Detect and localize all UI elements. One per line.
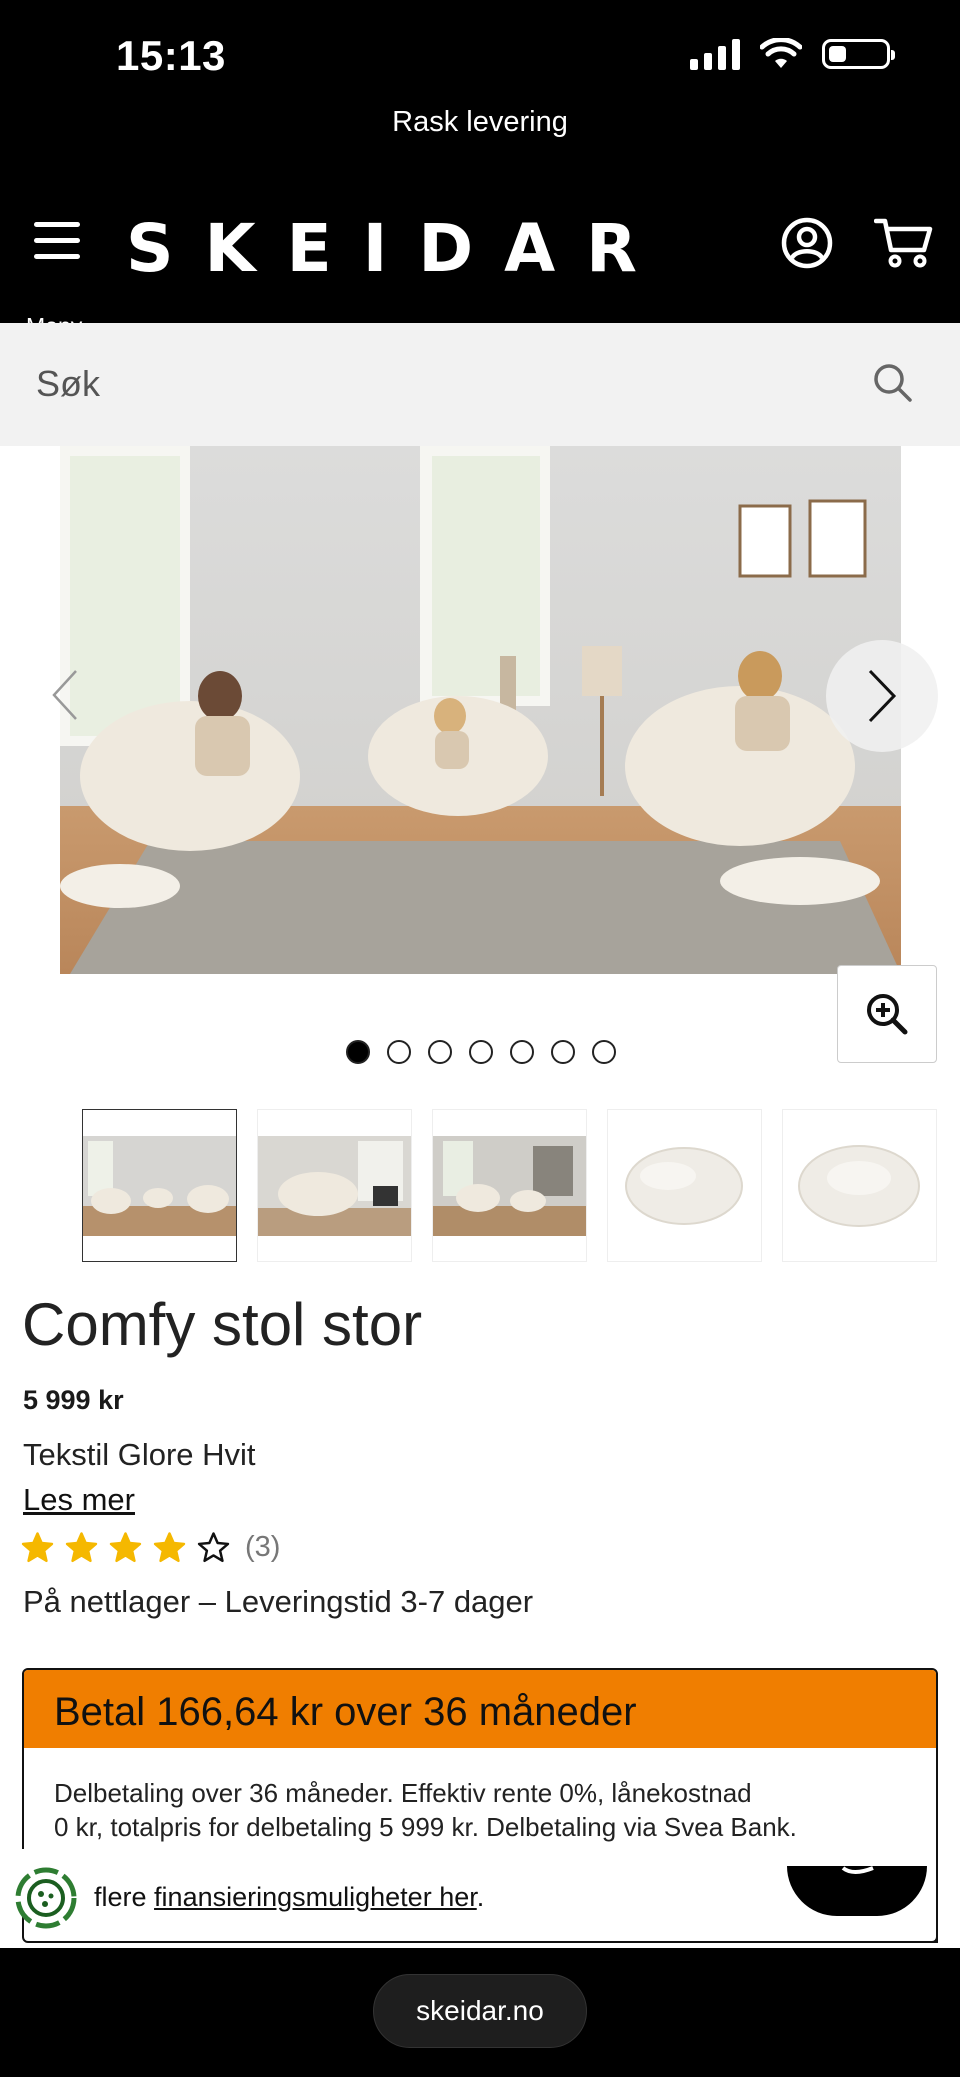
product-rating[interactable]: (3)	[21, 1531, 280, 1564]
account-button[interactable]	[780, 216, 834, 270]
gallery-dot[interactable]	[469, 1040, 493, 1064]
product-main-image[interactable]	[60, 446, 901, 974]
financing-border	[93, 1941, 938, 1943]
thumbnail-image	[83, 1135, 236, 1236]
thumbnail-image	[433, 1135, 586, 1236]
stock-status: På nettlager – Leveringstid 3-7 dager	[23, 1584, 534, 1619]
financing-header: Betal 166,64 kr over 36 måneder	[24, 1670, 936, 1748]
thumbnail-3[interactable]	[432, 1109, 587, 1262]
financing-description: Delbetaling over 36 måneder. Effektiv re…	[24, 1748, 936, 1844]
rating-count: (3)	[245, 1531, 281, 1563]
cookie-settings-button[interactable]	[14, 1866, 78, 1930]
cookie-icon	[15, 1867, 77, 1929]
financing-options-link[interactable]: finansieringsmuligheter her	[154, 1882, 477, 1912]
thumbnail-strip	[82, 1109, 937, 1262]
read-more-link[interactable]: Les mer	[23, 1482, 135, 1518]
promo-text: Rask levering	[392, 106, 568, 138]
battery-icon	[822, 39, 895, 69]
cart-icon	[873, 218, 933, 268]
star-filled-icon	[65, 1532, 98, 1563]
promo-banner: Rask levering	[0, 100, 960, 180]
status-time: 15:13	[116, 32, 226, 79]
gallery-pagination	[346, 1040, 616, 1064]
thumbnail-5[interactable]	[782, 1109, 937, 1262]
gallery-dot[interactable]	[592, 1040, 616, 1064]
financing-more-prefix: flere	[94, 1882, 147, 1912]
thumbnail-2[interactable]	[257, 1109, 412, 1262]
living-room-image	[60, 446, 901, 974]
financing-more-suffix: .	[476, 1882, 485, 1912]
site-logo[interactable]: SKEIDAR	[126, 210, 668, 287]
thumbnail-image	[783, 1135, 936, 1236]
wifi-icon	[760, 38, 802, 68]
cart-button[interactable]	[873, 216, 934, 270]
star-empty-icon	[197, 1532, 230, 1563]
thumbnail-image	[608, 1135, 761, 1236]
menu-button[interactable]: Meny	[26, 218, 90, 339]
site-header: Meny SKEIDAR	[0, 180, 960, 339]
search-input[interactable]	[36, 353, 836, 415]
gallery-prev-button[interactable]	[20, 636, 110, 754]
product-title: Comfy stol stor	[22, 1291, 423, 1358]
user-icon	[781, 217, 833, 269]
signal-icon	[690, 38, 740, 70]
status-bar: 15:13	[0, 0, 960, 100]
gallery-dot[interactable]	[510, 1040, 534, 1064]
star-filled-icon	[21, 1532, 54, 1563]
search-bar	[0, 323, 960, 446]
thumbnail-1[interactable]	[82, 1109, 237, 1262]
zoom-in-icon	[867, 994, 908, 1035]
product-price: 5 999 kr	[23, 1385, 124, 1415]
financing-line-2: 0 kr, totalpris for delbetaling 5 999 kr…	[54, 1812, 797, 1842]
product-gallery	[0, 446, 960, 1086]
address-bar[interactable]: skeidar.no	[373, 1974, 587, 2048]
gallery-dot[interactable]	[346, 1040, 370, 1064]
star-filled-icon	[109, 1532, 142, 1563]
gallery-dot[interactable]	[428, 1040, 452, 1064]
rating-stars	[21, 1531, 230, 1564]
gallery-dot[interactable]	[551, 1040, 575, 1064]
zoom-button[interactable]	[837, 965, 937, 1063]
financing-more: flere finansieringsmuligheter her.	[94, 1882, 484, 1913]
status-icons	[690, 38, 895, 70]
gallery-next-button[interactable]	[826, 640, 938, 752]
gallery-dot[interactable]	[387, 1040, 411, 1064]
financing-line-1: Delbetaling over 36 måneder. Effektiv re…	[54, 1778, 752, 1808]
chevron-right-icon	[868, 669, 897, 723]
chevron-left-icon	[52, 670, 77, 720]
search-icon[interactable]	[872, 362, 914, 404]
product-variant: Tekstil Glore Hvit	[23, 1437, 256, 1472]
hamburger-icon	[34, 222, 80, 270]
browser-toolbar: skeidar.no	[0, 1948, 960, 2077]
thumbnail-image	[258, 1135, 411, 1236]
financing-border	[936, 1849, 938, 1943]
thumbnail-4[interactable]	[607, 1109, 762, 1262]
star-filled-icon	[153, 1532, 186, 1563]
